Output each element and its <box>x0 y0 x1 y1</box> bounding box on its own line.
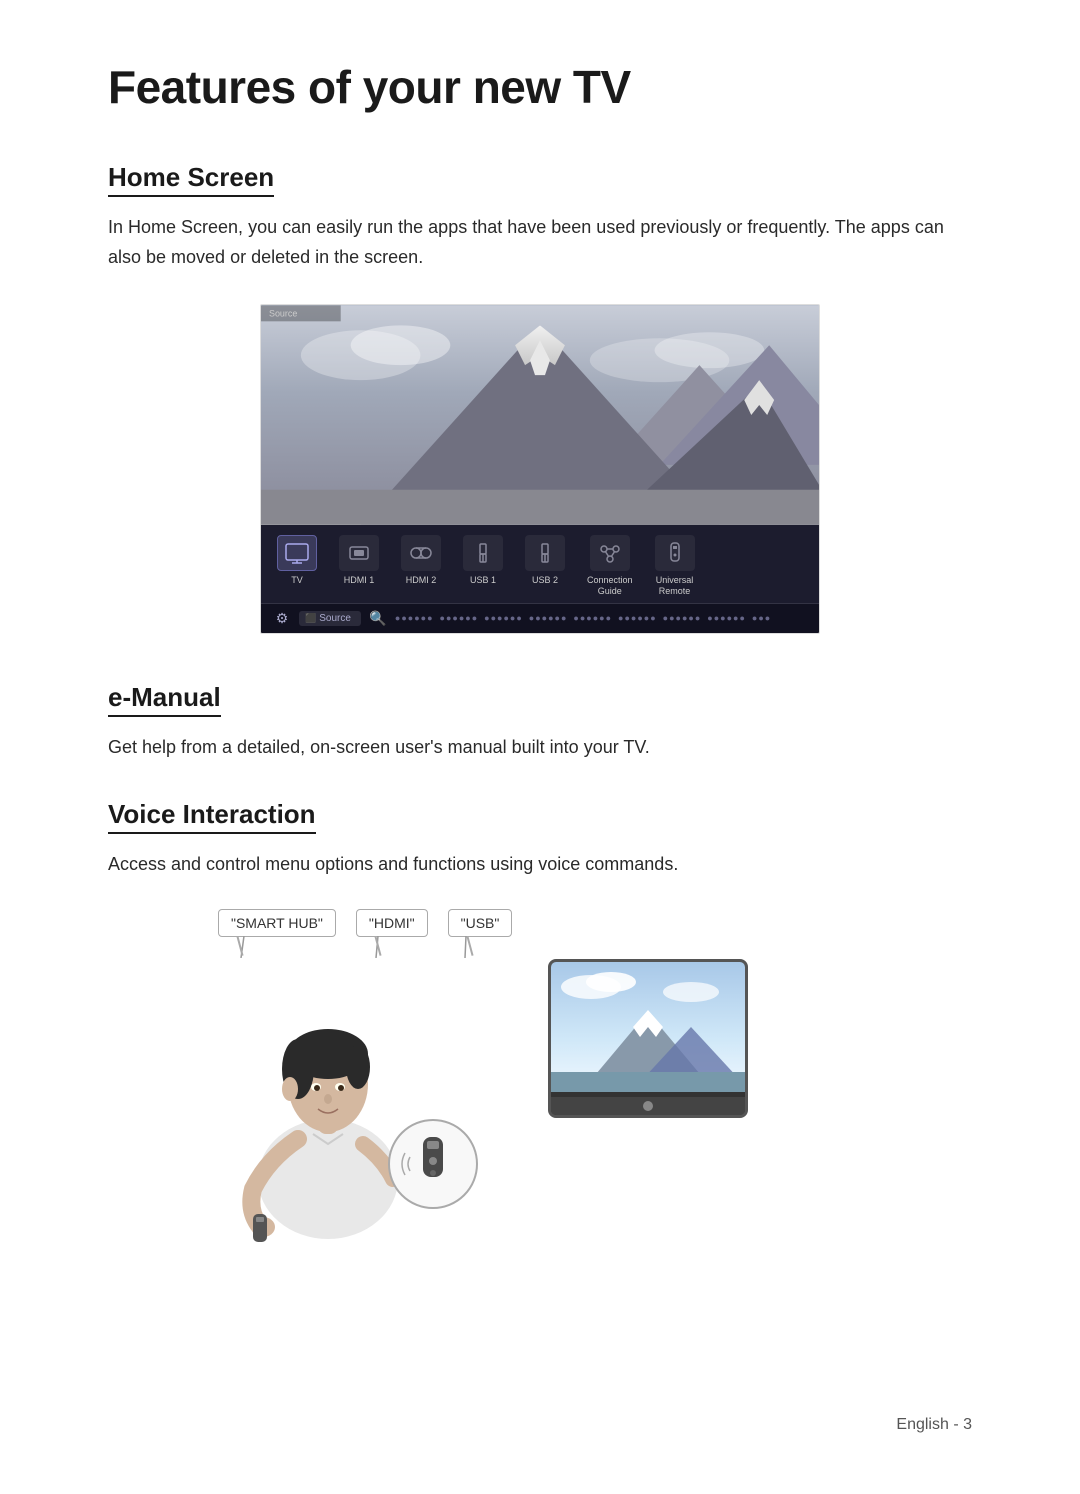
connection-guide-icon-item: ConnectionGuide <box>587 535 633 597</box>
dots-6: ●●●●●● <box>618 613 657 623</box>
remote-closeup <box>388 1119 478 1209</box>
hdmi2-icon <box>401 535 441 571</box>
universal-remote-icon-item: UniversalRemote <box>655 535 695 597</box>
usb1-label: USB 1 <box>470 575 496 586</box>
hdmi1-icon-item: HDMI 1 <box>339 535 379 597</box>
speech-bubble-hdmi: "HDMI" <box>356 909 428 937</box>
hdmi2-icon-item: HDMI 2 <box>401 535 441 597</box>
page-title: Features of your new TV <box>108 60 972 114</box>
usb2-label: USB 2 <box>532 575 558 586</box>
connection-guide-icon <box>590 535 630 571</box>
speech-bubble-smarthub: "SMART HUB" <box>218 909 336 937</box>
e-manual-heading: e-Manual <box>108 682 221 717</box>
universal-remote-icon <box>655 535 695 571</box>
source-label: Source <box>319 613 351 624</box>
home-screen-image: Source TV <box>260 304 820 634</box>
usb2-icon <box>525 535 565 571</box>
connection-guide-label: ConnectionGuide <box>587 575 633 597</box>
page-footer: English - 3 <box>896 1416 972 1434</box>
e-manual-section: e-Manual Get help from a detailed, on-sc… <box>108 682 972 763</box>
search-icon: 🔍 <box>367 610 389 627</box>
dots-3: ●●●●●● <box>484 613 523 623</box>
dots-7: ●●●●●● <box>663 613 702 623</box>
dots-2: ●●●●●● <box>440 613 479 623</box>
dots-4: ●●●●●● <box>529 613 568 623</box>
dots-9: ●●● <box>752 613 771 623</box>
home-screen-text: In Home Screen, you can easily run the a… <box>108 213 968 272</box>
source-button: ⬛ Source <box>299 611 361 626</box>
home-screen-section: Home Screen In Home Screen, you can easi… <box>108 162 972 634</box>
tv-label: TV <box>291 575 303 586</box>
dots-1: ●●●●●● <box>395 613 434 623</box>
tv-icon <box>277 535 317 571</box>
hdmi1-icon <box>339 535 379 571</box>
home-screen-heading: Home Screen <box>108 162 274 197</box>
usb1-icon-item: USB 1 <box>463 535 503 597</box>
voice-interaction-section: Voice Interaction Access and control men… <box>108 799 972 1250</box>
svg-text:Source: Source <box>269 309 297 319</box>
dots-5: ●●●●●● <box>573 613 612 623</box>
tv-icon-item: TV <box>277 535 317 597</box>
voice-interaction-text: Access and control menu options and func… <box>108 850 968 880</box>
speech-bubble-usb: "USB" <box>448 909 513 937</box>
usb1-icon <box>463 535 503 571</box>
voice-interaction-heading: Voice Interaction <box>108 799 316 834</box>
tv-screen: Source <box>261 305 819 525</box>
hdmi1-label: HDMI 1 <box>344 575 375 586</box>
hdmi2-label: HDMI 2 <box>406 575 437 586</box>
usb2-icon-item: USB 2 <box>525 535 565 597</box>
dots-8: ●●●●●● <box>707 613 746 623</box>
universal-remote-label: UniversalRemote <box>656 575 694 597</box>
tv-illustration <box>548 959 748 1118</box>
e-manual-text: Get help from a detailed, on-screen user… <box>108 733 968 763</box>
voice-interaction-image: "SMART HUB" "HDMI" "USB" <box>168 909 748 1249</box>
speech-bubbles-container: "SMART HUB" "HDMI" "USB" <box>218 909 512 937</box>
tv-icons-row: TV HDMI 1 <box>261 525 819 603</box>
tv-bottom-bar: ⚙ ⬛ Source 🔍 ●●●●●● ●●●●●● ●●●●●● ●●●●●●… <box>261 603 819 633</box>
settings-icon: ⚙ <box>271 610 293 627</box>
